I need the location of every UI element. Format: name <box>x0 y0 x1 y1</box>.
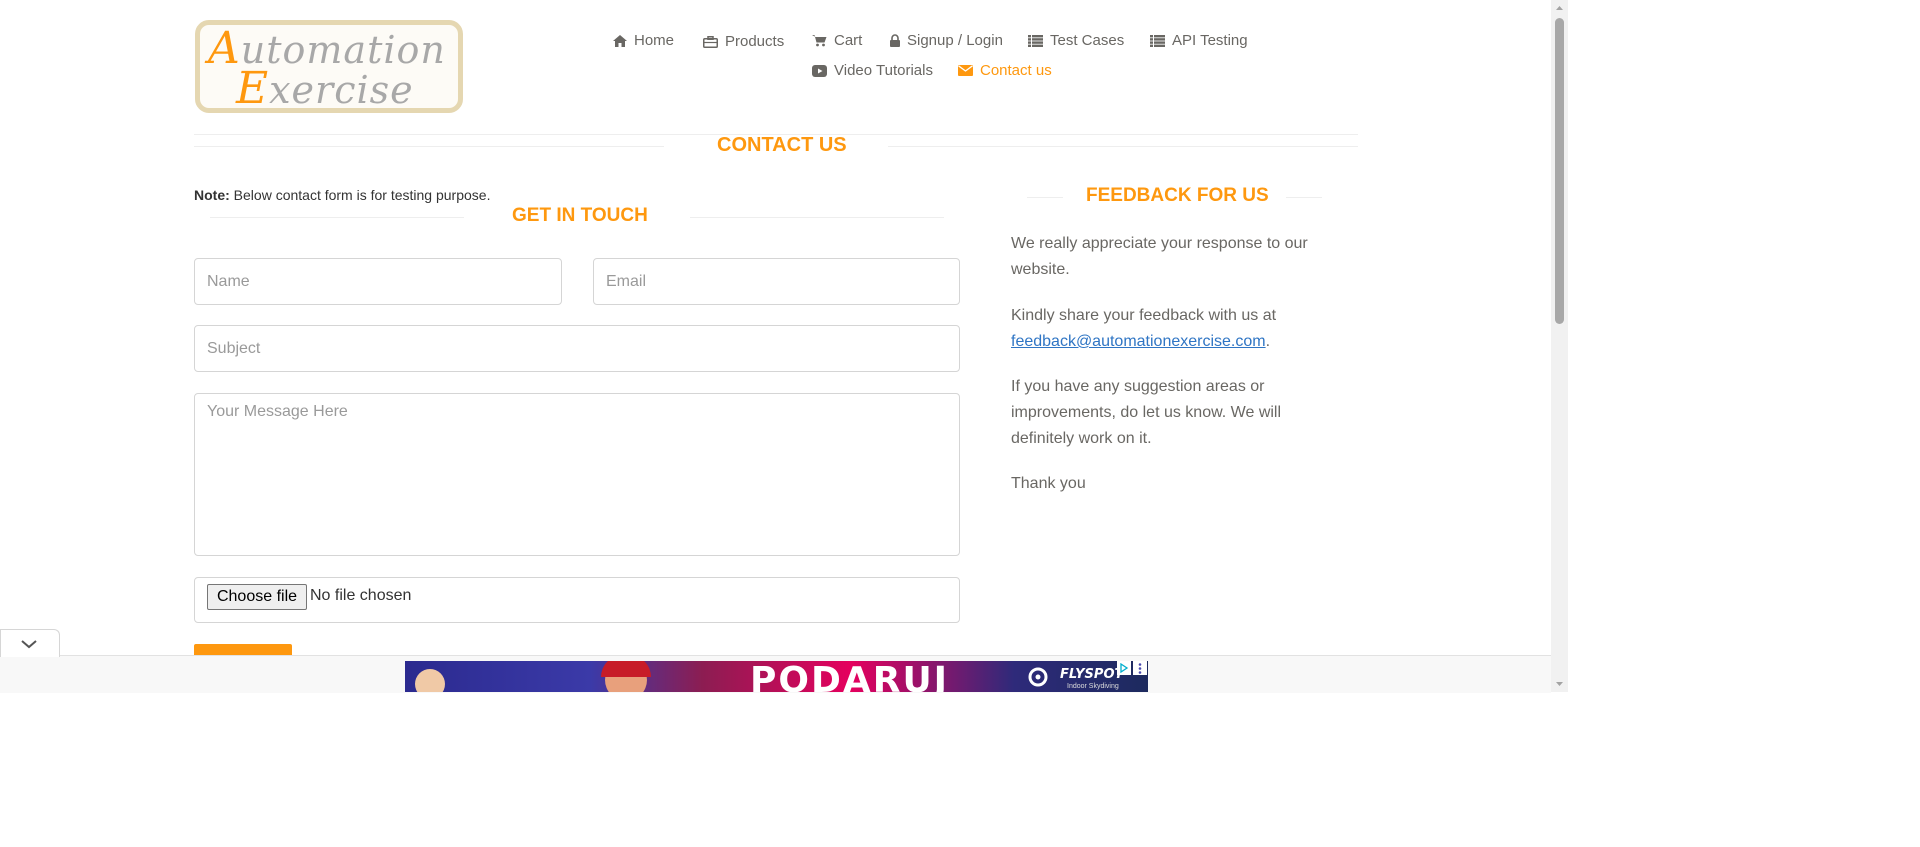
ad-title: PODARUJ <box>750 661 950 693</box>
ad-brand: FLYSPOT <box>1060 667 1124 682</box>
nav-signup-login[interactable]: Signup / Login <box>890 32 1003 49</box>
ad-banner[interactable]: PODARUJ FLYSPOT Indoor Skydiving <box>405 661 1148 692</box>
logo-line-2: Exercise <box>236 63 414 114</box>
form-note: Note: Below contact form is for testing … <box>194 187 491 203</box>
feedback-heading: Feedback For Us <box>1086 185 1269 206</box>
scrollbar-thumb[interactable] <box>1555 18 1564 324</box>
nav-label: Cart <box>834 32 863 49</box>
list-icon <box>1150 34 1165 47</box>
feedback-thanks: Thank you <box>1011 475 1086 492</box>
nav-products[interactable]: Products <box>703 33 784 50</box>
email-input[interactable] <box>593 258 960 305</box>
envelope-icon <box>958 65 973 76</box>
feedback-email-link[interactable]: feedback@automationexercise.com <box>1011 333 1266 350</box>
file-status: No file chosen <box>310 587 412 604</box>
ad-more-options-icon[interactable] <box>1133 661 1147 675</box>
nav-label: Home <box>634 32 675 49</box>
divider <box>194 146 664 147</box>
ad-brand-sub: Indoor Skydiving <box>1067 683 1119 690</box>
chevron-down-icon <box>21 640 37 649</box>
lock-icon <box>890 34 900 47</box>
nav-label: Products <box>725 33 785 50</box>
get-in-touch-heading: Get In Touch <box>512 205 648 226</box>
nav-test-cases[interactable]: Test Cases <box>1028 32 1124 49</box>
subject-input[interactable] <box>194 325 960 372</box>
ad-info-icon[interactable] <box>1117 661 1131 675</box>
nav-contact-us[interactable]: Contact us <box>958 62 1052 79</box>
scroll-up-icon[interactable] <box>1551 0 1568 17</box>
nav-label: Signup / Login <box>907 32 1003 49</box>
scroll-down-icon[interactable] <box>1551 675 1568 692</box>
briefcase-icon <box>703 35 718 48</box>
nav-label: Video Tutorials <box>834 62 933 79</box>
home-icon <box>613 34 627 47</box>
site-logo[interactable]: Automation Exercise <box>195 20 463 113</box>
feedback-paragraph: Kindly share your feedback with us at fe… <box>1011 307 1277 350</box>
choose-file-button[interactable]: Choose file <box>207 584 307 610</box>
nav-label: API Testing <box>1172 32 1248 49</box>
divider <box>1286 197 1322 198</box>
page-title: Contact Us <box>717 134 847 156</box>
nav-label: Test Cases <box>1050 32 1125 49</box>
nav-home[interactable]: Home <box>613 32 674 49</box>
divider <box>888 146 1358 147</box>
divider <box>1027 197 1063 198</box>
divider <box>690 217 944 218</box>
youtube-play-icon <box>812 64 827 77</box>
feedback-paragraph: If you have any suggestion areas or impr… <box>1011 378 1282 447</box>
flyspot-logo-icon <box>1028 667 1048 687</box>
list-icon <box>1028 34 1043 47</box>
file-upload: Choose file No file chosen <box>194 577 960 623</box>
shopping-cart-icon <box>812 35 827 47</box>
nav-video-tutorials[interactable]: Video Tutorials <box>812 62 933 79</box>
ad-image-person <box>415 669 445 692</box>
ad-image-helmet <box>601 661 651 677</box>
divider <box>210 217 464 218</box>
nav-cart[interactable]: Cart <box>812 32 862 49</box>
ad-collapse-button[interactable] <box>0 629 60 657</box>
name-input[interactable] <box>194 258 562 305</box>
nav-api-testing[interactable]: API Testing <box>1150 32 1248 49</box>
feedback-paragraph: We really appreciate your response to ou… <box>1011 235 1308 278</box>
nav-label: Contact us <box>980 62 1052 79</box>
message-textarea[interactable] <box>194 393 960 556</box>
